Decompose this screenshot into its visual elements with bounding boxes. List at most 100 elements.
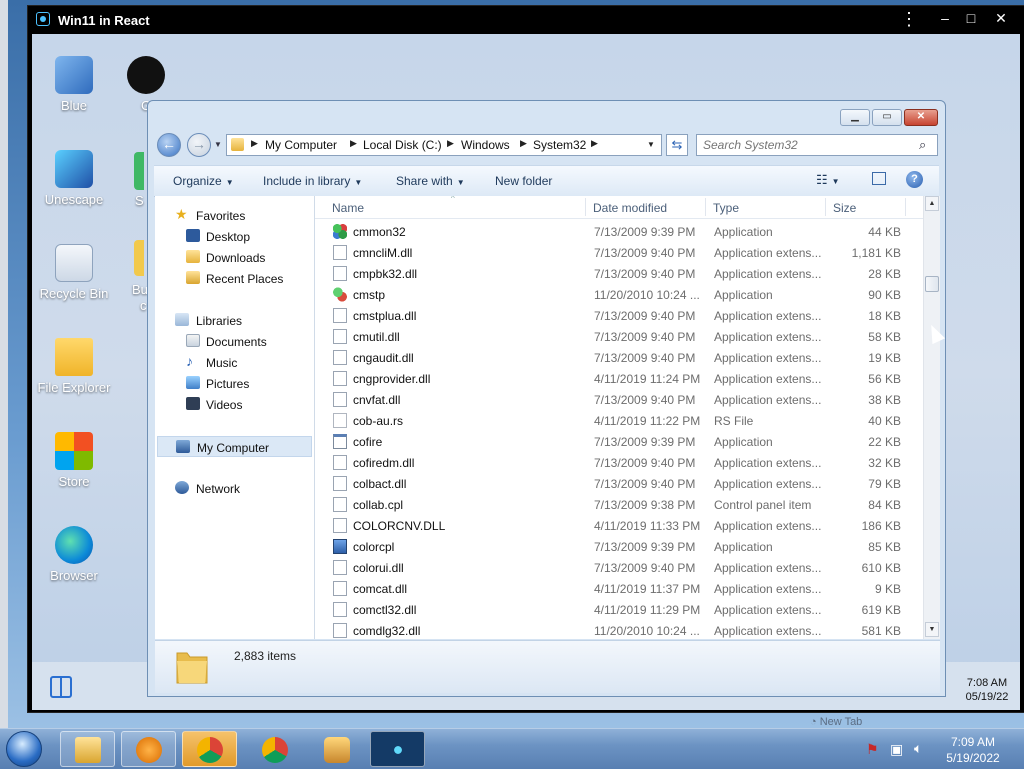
- new-folder-button[interactable]: New folder: [495, 174, 552, 188]
- breadcrumb-separator-icon[interactable]: ▶: [520, 138, 527, 149]
- table-row[interactable]: cmstplua.dll 7/13/2009 9:40 PM Application…: [315, 305, 923, 326]
- search-box[interactable]: ⌕: [696, 134, 938, 156]
- table-row[interactable]: colorui.dll 7/13/2009 9:40 PM Application …: [315, 557, 923, 578]
- taskbar-chrome-active[interactable]: [182, 731, 237, 767]
- table-row[interactable]: cmstp 11/20/2010 10:24 ... Application 90 K…: [315, 284, 923, 305]
- help-icon[interactable]: ?: [906, 171, 923, 188]
- table-row[interactable]: cmpbk32.dll 7/13/2009 9:40 PM Application …: [315, 263, 923, 284]
- table-row[interactable]: cob-au.rs 4/11/2019 11:22 PM RS File 40 KB: [315, 410, 923, 431]
- share-with-menu[interactable]: Share with ▼: [396, 174, 465, 188]
- nav-pictures[interactable]: Pictures: [155, 373, 314, 393]
- network-tray-icon[interactable]: ▣: [890, 741, 903, 758]
- column-divider[interactable]: [905, 198, 906, 216]
- column-name[interactable]: Name: [332, 201, 364, 215]
- column-type[interactable]: Type: [713, 201, 739, 215]
- file-date: 4/11/2019 11:29 PM: [594, 603, 701, 617]
- address-bar[interactable]: ▶ My Computer ▶ Local Disk (C:) ▶ Window…: [226, 134, 662, 156]
- column-divider[interactable]: [825, 198, 826, 216]
- explorer-close-button[interactable]: ✕: [904, 109, 938, 126]
- breadcrumb-separator-icon[interactable]: ▶: [591, 138, 598, 149]
- nav-my-computer[interactable]: My Computer: [157, 436, 312, 457]
- table-row[interactable]: comcat.dll 4/11/2019 11:37 PM Application …: [315, 578, 923, 599]
- nav-network[interactable]: Network: [155, 478, 314, 498]
- table-row[interactable]: cofiredm.dll 7/13/2009 9:40 PM Application…: [315, 452, 923, 473]
- minimize-button[interactable]: –: [932, 8, 958, 28]
- table-row[interactable]: colbact.dll 7/13/2009 9:40 PM Application …: [315, 473, 923, 494]
- nav-downloads[interactable]: Downloads: [155, 247, 314, 267]
- breadcrumb-separator-icon[interactable]: ▶: [447, 138, 454, 149]
- breadcrumb-my-computer[interactable]: My Computer: [265, 138, 337, 152]
- breadcrumb-separator-icon[interactable]: ▶: [251, 138, 258, 149]
- table-row[interactable]: comdlg32.dll 11/20/2010 10:24 ... Applicat…: [315, 620, 923, 639]
- breadcrumb-local-disk[interactable]: Local Disk (C:): [363, 138, 442, 152]
- table-row[interactable]: cmutil.dll 7/13/2009 9:40 PM Application e…: [315, 326, 923, 347]
- table-row[interactable]: colorcpl 7/13/2009 9:39 PM Application 85 K…: [315, 536, 923, 557]
- scroll-up-arrow-icon[interactable]: ▲: [925, 196, 939, 211]
- explorer-minimize-button[interactable]: ▁: [840, 109, 870, 126]
- table-row[interactable]: cmncliM.dll 7/13/2009 9:40 PM Application …: [315, 242, 923, 263]
- desktop-icon-file-explorer[interactable]: File Explorer: [32, 338, 116, 395]
- file-size: 22 KB: [868, 435, 901, 449]
- column-divider[interactable]: [705, 198, 706, 216]
- address-dropdown-icon[interactable]: ▼: [647, 140, 655, 149]
- include-in-library-menu[interactable]: Include in library ▼: [263, 174, 362, 188]
- nav-music[interactable]: ♪ Music: [155, 352, 314, 372]
- explorer-titlebar[interactable]: ▁ ▭ ✕: [148, 101, 945, 131]
- desktop-icon-recycle-bin[interactable]: Recycle Bin: [32, 244, 116, 301]
- more-options-icon[interactable]: ⋮: [900, 10, 918, 28]
- volume-icon[interactable]: 🔈︎: [914, 740, 922, 757]
- desktop-icon-browser[interactable]: Browser: [32, 526, 116, 583]
- file-type: Application extens...: [714, 246, 822, 260]
- taskbar-explorer[interactable]: [60, 731, 115, 767]
- column-divider[interactable]: [585, 198, 586, 216]
- start-orb-icon[interactable]: [6, 731, 42, 767]
- table-row[interactable]: cmmon32 7/13/2009 9:39 PM Application 44 KB: [315, 221, 923, 242]
- table-row[interactable]: cofire 7/13/2009 9:39 PM Application 22 KB: [315, 431, 923, 452]
- forward-button[interactable]: →: [187, 133, 211, 157]
- desktop-icon-blue[interactable]: Blue: [32, 56, 116, 113]
- nav-favorites[interactable]: ★ Favorites: [155, 205, 314, 225]
- back-button[interactable]: ←: [157, 133, 181, 157]
- table-row[interactable]: comctl32.dll 4/11/2019 11:29 PM Applicatio…: [315, 599, 923, 620]
- table-row[interactable]: cngprovider.dll 4/11/2019 11:24 PM Applica…: [315, 368, 923, 389]
- taskbar-app-game[interactable]: [309, 731, 364, 767]
- search-icon[interactable]: ⌕: [919, 137, 926, 153]
- taskbar-chrome[interactable]: [247, 731, 302, 767]
- taskbar-media-player[interactable]: [121, 731, 176, 767]
- close-button[interactable]: ✕: [988, 8, 1014, 28]
- file-type: Application extens...: [714, 477, 822, 491]
- refresh-icon[interactable]: ⇆: [666, 134, 688, 156]
- breadcrumb-system32[interactable]: System32: [533, 138, 586, 152]
- column-size[interactable]: Size: [833, 201, 856, 215]
- host-clock[interactable]: 7:09 AM 5/19/2022: [938, 734, 1008, 766]
- taskbar-react-app[interactable]: [370, 731, 425, 767]
- table-row[interactable]: cnvfat.dll 7/13/2009 9:40 PM Application e…: [315, 389, 923, 410]
- desktop-icon-unescape[interactable]: Unescape: [32, 150, 116, 207]
- scroll-down-arrow-icon[interactable]: ▼: [925, 622, 939, 637]
- column-date-modified[interactable]: Date modified: [593, 201, 667, 215]
- table-row[interactable]: cngaudit.dll 7/13/2009 9:40 PM Application…: [315, 347, 923, 368]
- search-input[interactable]: [703, 137, 903, 153]
- file-date: 7/13/2009 9:40 PM: [594, 330, 696, 344]
- win11-clock[interactable]: 7:08 AM 05/19/22: [962, 676, 1012, 704]
- explorer-maximize-button[interactable]: ▭: [872, 109, 902, 126]
- nav-libraries[interactable]: Libraries: [155, 310, 314, 330]
- breadcrumb-windows[interactable]: Windows: [461, 138, 510, 152]
- table-row[interactable]: COLORCNV.DLL 4/11/2019 11:33 PM Applicatio…: [315, 515, 923, 536]
- nav-recent-places[interactable]: Recent Places: [155, 268, 314, 288]
- action-center-flag-icon[interactable]: ⚑: [866, 741, 879, 758]
- scrollbar-thumb[interactable]: [925, 276, 939, 292]
- organize-menu[interactable]: Organize ▼: [173, 174, 234, 188]
- view-options-icon[interactable]: ☷ ▼: [816, 172, 840, 188]
- breadcrumb-separator-icon[interactable]: ▶: [350, 138, 357, 149]
- nav-documents[interactable]: Documents: [155, 331, 314, 351]
- win11-start-icon[interactable]: [50, 676, 72, 698]
- maximize-button[interactable]: □: [958, 8, 984, 28]
- table-row[interactable]: collab.cpl 7/13/2009 9:38 PM Control panel…: [315, 494, 923, 515]
- nav-videos[interactable]: Videos: [155, 394, 314, 414]
- vertical-scrollbar[interactable]: ▲ ▼: [923, 196, 940, 639]
- nav-desktop[interactable]: Desktop: [155, 226, 314, 246]
- preview-pane-icon[interactable]: [872, 172, 886, 185]
- desktop-icon-store[interactable]: Store: [32, 432, 116, 489]
- recent-pages-chevron-icon[interactable]: ▼: [214, 140, 222, 149]
